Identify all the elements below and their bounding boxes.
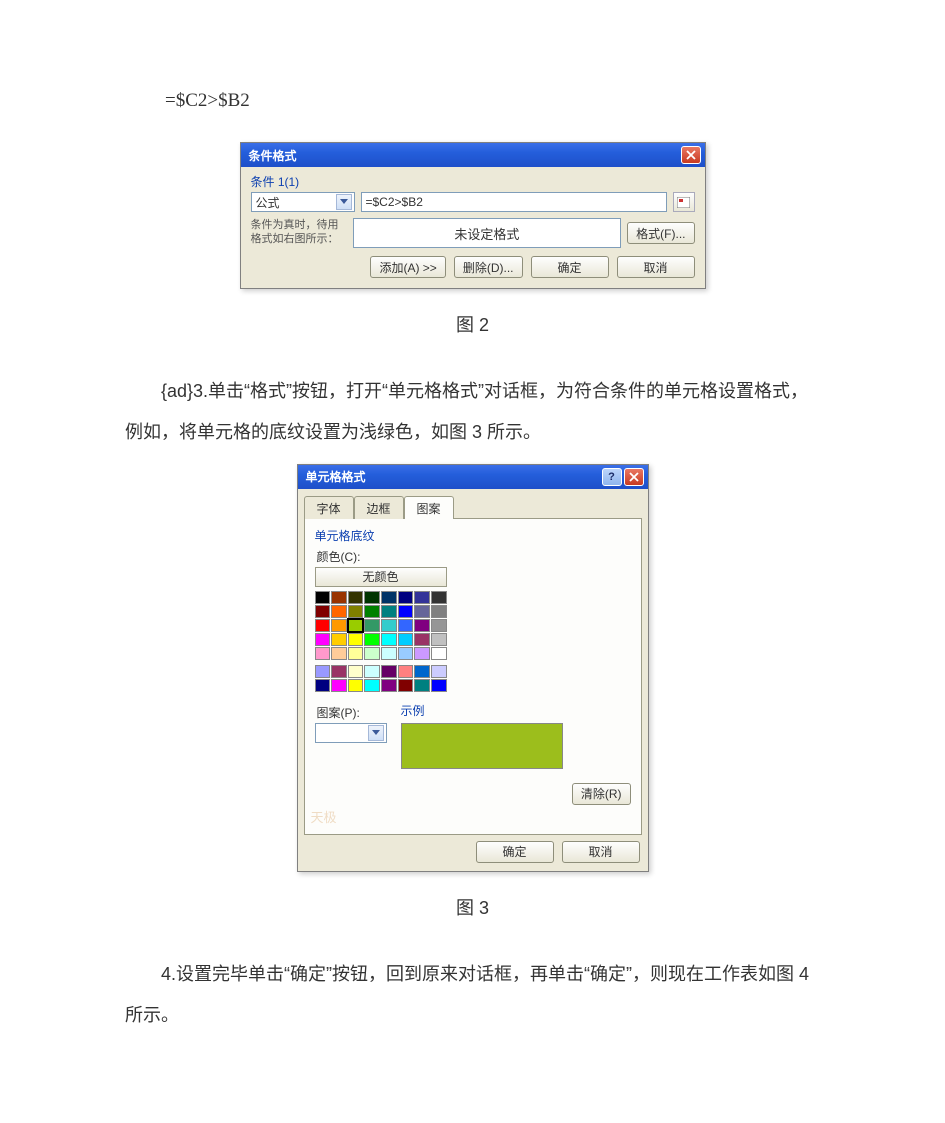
shading-group-label: 单元格底纹 <box>315 527 631 544</box>
range-picker-icon[interactable] <box>673 192 695 212</box>
color-swatch[interactable] <box>414 591 430 604</box>
pattern-label: 图案(P): <box>317 704 387 721</box>
color-swatch[interactable] <box>315 605 331 618</box>
color-swatch[interactable] <box>398 665 414 678</box>
color-swatch[interactable] <box>364 619 380 632</box>
color-swatch[interactable] <box>348 605 364 618</box>
cell-format-dialog: 单元格格式 ? 字体 边框 图案 单元格底纹 颜色(C): 无颜色 <box>297 464 649 872</box>
color-swatch[interactable] <box>331 633 347 646</box>
color-swatch[interactable] <box>381 679 397 692</box>
color-swatch[interactable] <box>414 633 430 646</box>
color-swatch[interactable] <box>348 633 364 646</box>
color-swatch[interactable] <box>431 665 447 678</box>
ok-button[interactable]: 确定 <box>476 841 554 863</box>
color-swatch[interactable] <box>414 605 430 618</box>
color-swatch[interactable] <box>381 605 397 618</box>
condition-hint: 条件为真时，待用格式如右图所示： <box>251 219 347 247</box>
color-swatch[interactable] <box>364 605 380 618</box>
pattern-dropdown[interactable] <box>315 723 387 743</box>
color-swatch[interactable] <box>348 665 364 678</box>
format-button[interactable]: 格式(F)... <box>627 222 694 244</box>
color-swatch[interactable] <box>348 619 364 632</box>
chevron-down-icon <box>336 194 352 210</box>
ok-button[interactable]: 确定 <box>531 256 609 278</box>
color-swatch[interactable] <box>381 619 397 632</box>
color-label: 颜色(C): <box>317 548 631 565</box>
dialog2-title: 单元格格式 <box>306 468 366 485</box>
paragraph-3: {ad}3.单击“格式”按钮，打开“单元格格式”对话框，为符合条件的单元格设置格… <box>125 371 820 454</box>
color-swatch[interactable] <box>398 605 414 618</box>
figure3-caption: 图 3 <box>125 894 820 920</box>
condition-formula-input[interactable]: =$C2>$B2 <box>361 192 667 212</box>
figure2-caption: 图 2 <box>125 311 820 337</box>
chevron-down-icon <box>368 725 384 741</box>
color-swatch[interactable] <box>315 619 331 632</box>
color-swatch[interactable] <box>331 647 347 660</box>
color-swatch[interactable] <box>331 665 347 678</box>
color-swatch[interactable] <box>431 591 447 604</box>
color-swatch[interactable] <box>364 665 380 678</box>
color-swatch[interactable] <box>364 633 380 646</box>
color-swatch[interactable] <box>348 679 364 692</box>
color-swatch[interactable] <box>315 647 331 660</box>
color-swatch[interactable] <box>331 619 347 632</box>
tab-font[interactable]: 字体 <box>304 496 354 519</box>
color-swatch[interactable] <box>431 633 447 646</box>
color-swatch[interactable] <box>398 619 414 632</box>
color-swatch[interactable] <box>331 605 347 618</box>
color-swatch[interactable] <box>364 591 380 604</box>
clear-button[interactable]: 清除(R) <box>572 783 631 805</box>
conditional-format-dialog: 条件格式 条件 1(1) 公式 =$C2>$B2 <box>240 142 706 289</box>
color-swatch[interactable] <box>315 591 331 604</box>
color-swatch[interactable] <box>381 665 397 678</box>
color-swatch[interactable] <box>381 591 397 604</box>
no-color-button[interactable]: 无颜色 <box>315 567 447 587</box>
color-swatch[interactable] <box>331 591 347 604</box>
condition-type-dropdown[interactable]: 公式 <box>251 192 355 212</box>
color-swatch[interactable] <box>431 619 447 632</box>
sample-label: 示例 <box>401 702 631 719</box>
color-swatch[interactable] <box>398 633 414 646</box>
color-palette-top[interactable] <box>315 591 447 660</box>
delete-button[interactable]: 删除(D)... <box>454 256 523 278</box>
close-icon[interactable] <box>624 468 644 486</box>
color-swatch[interactable] <box>364 647 380 660</box>
formula-text: =$C2>$B2 <box>165 90 820 112</box>
color-swatch[interactable] <box>398 591 414 604</box>
color-swatch[interactable] <box>398 647 414 660</box>
color-swatch[interactable] <box>315 679 331 692</box>
color-swatch[interactable] <box>381 633 397 646</box>
color-swatch[interactable] <box>431 647 447 660</box>
color-swatch[interactable] <box>331 679 347 692</box>
color-swatch[interactable] <box>364 679 380 692</box>
color-swatch[interactable] <box>348 591 364 604</box>
color-swatch[interactable] <box>315 665 331 678</box>
color-swatch[interactable] <box>381 647 397 660</box>
color-swatch[interactable] <box>315 633 331 646</box>
color-swatch[interactable] <box>398 679 414 692</box>
color-swatch[interactable] <box>431 605 447 618</box>
tab-pattern[interactable]: 图案 <box>404 496 454 519</box>
watermark: 天极 <box>311 807 627 826</box>
color-swatch[interactable] <box>414 619 430 632</box>
add-button[interactable]: 添加(A) >> <box>370 256 445 278</box>
help-icon[interactable]: ? <box>602 468 622 486</box>
close-icon[interactable] <box>681 146 701 164</box>
cancel-button[interactable]: 取消 <box>562 841 640 863</box>
format-preview: 未设定格式 <box>353 218 622 248</box>
condition-group-label: 条件 1(1) <box>251 173 695 190</box>
dialog1-title: 条件格式 <box>249 147 297 164</box>
tab-border[interactable]: 边框 <box>354 496 404 519</box>
color-palette-bottom[interactable] <box>315 665 447 692</box>
paragraph-4: 4.设置完毕单击“确定”按钮，回到原来对话框，再单击“确定”，则现在工作表如图 … <box>125 954 820 1037</box>
color-swatch[interactable] <box>431 679 447 692</box>
sample-preview <box>401 723 563 769</box>
cancel-button[interactable]: 取消 <box>617 256 695 278</box>
color-swatch[interactable] <box>414 665 430 678</box>
color-swatch[interactable] <box>348 647 364 660</box>
condition-type-value: 公式 <box>256 194 280 211</box>
color-swatch[interactable] <box>414 679 430 692</box>
color-swatch[interactable] <box>414 647 430 660</box>
